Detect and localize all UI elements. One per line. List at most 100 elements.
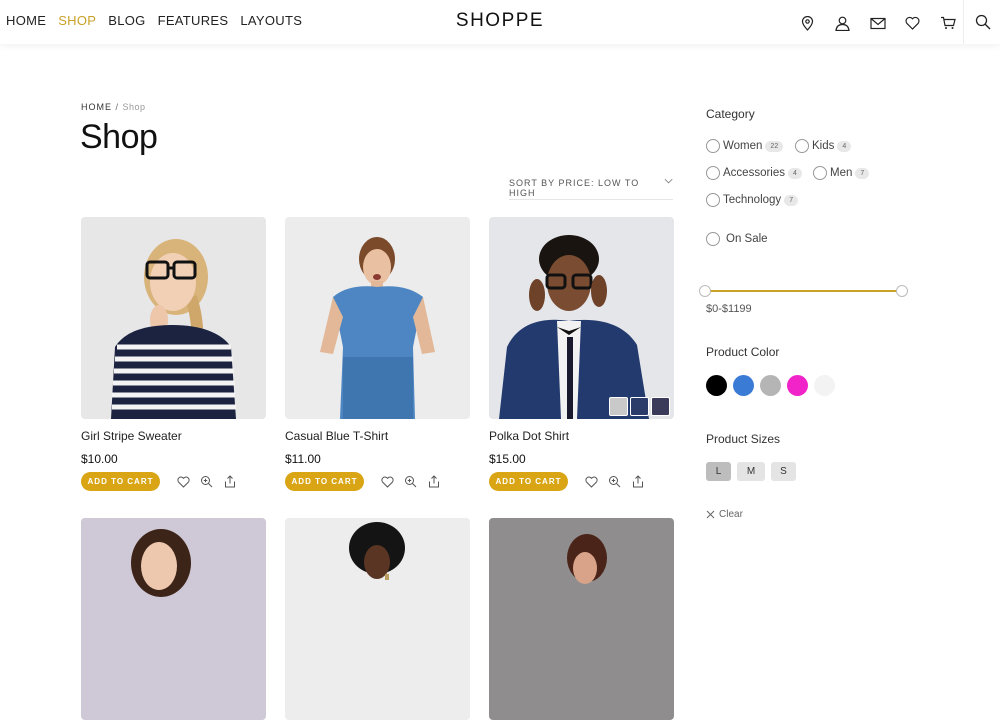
size-option-m[interactable]: M	[737, 462, 765, 481]
product-image[interactable]	[81, 217, 266, 419]
category-filter-kids[interactable]: Kids 4	[795, 139, 852, 153]
category-count-badge: 22	[765, 140, 784, 152]
product-image[interactable]	[489, 217, 674, 419]
category-count-badge: 7	[784, 194, 799, 206]
product-price: $15.00	[489, 452, 526, 466]
size-option-s[interactable]: S	[771, 462, 796, 481]
share-icon[interactable]	[218, 473, 241, 491]
price-slider-max-handle[interactable]	[896, 285, 908, 297]
category-heading: Category	[706, 107, 755, 121]
product-image[interactable]	[489, 518, 674, 720]
variant-thumbnail[interactable]	[630, 397, 649, 416]
color-swatch-pink[interactable]	[787, 375, 808, 396]
product-price: $11.00	[285, 452, 321, 466]
category-label: Technology	[723, 194, 782, 206]
add-to-cart-button[interactable]: ADD TO CART	[81, 472, 160, 491]
share-icon[interactable]	[422, 473, 445, 491]
checkbox[interactable]	[706, 166, 720, 180]
category-filter-accessories[interactable]: Accessories 4	[706, 166, 802, 180]
product-card: Polka Dot Shirt $15.00 ADD TO CART	[489, 217, 674, 491]
nav-home[interactable]: HOME	[6, 13, 46, 28]
product-image[interactable]	[285, 518, 470, 720]
quick-view-zoom-icon[interactable]	[399, 473, 422, 491]
category-label: Kids	[812, 140, 835, 152]
quick-view-zoom-icon[interactable]	[603, 473, 626, 491]
chevron-down-icon	[664, 178, 673, 184]
header-icons	[790, 13, 965, 33]
price-slider-track[interactable]	[706, 290, 902, 292]
product-price: $10.00	[81, 452, 118, 466]
brand-logo[interactable]: SHOPPE	[456, 10, 544, 31]
product-name[interactable]: Girl Stripe Sweater	[81, 429, 266, 443]
product-card: Girl Stripe Sweater $10.00 ADD TO CART	[81, 217, 266, 491]
wishlist-heart-icon[interactable]	[376, 473, 399, 491]
wishlist-heart-icon[interactable]	[580, 473, 603, 491]
on-sale-label: On Sale	[726, 233, 768, 245]
on-sale-filter[interactable]: On Sale	[706, 232, 768, 246]
color-swatch-gray[interactable]	[760, 375, 781, 396]
color-swatch-black[interactable]	[706, 375, 727, 396]
add-to-cart-button[interactable]: ADD TO CART	[489, 472, 568, 491]
cart-icon[interactable]	[930, 13, 965, 33]
breadcrumb: HOME / Shop	[81, 102, 146, 112]
checkbox[interactable]	[706, 139, 720, 153]
sort-label: SORT BY PRICE: LOW TO HIGH	[509, 178, 640, 198]
close-icon	[706, 510, 715, 519]
page-title: Shop	[80, 118, 158, 156]
category-label: Accessories	[723, 167, 785, 179]
variant-thumbnail[interactable]	[651, 397, 670, 416]
product-card	[285, 518, 470, 720]
price-slider-min-handle[interactable]	[699, 285, 711, 297]
heart-icon[interactable]	[895, 13, 930, 33]
product-image[interactable]	[81, 518, 266, 720]
checkbox[interactable]	[706, 193, 720, 207]
sort-dropdown[interactable]: SORT BY PRICE: LOW TO HIGH	[509, 178, 673, 200]
checkbox[interactable]	[813, 166, 827, 180]
product-name[interactable]: Casual Blue T-Shirt	[285, 429, 470, 443]
variant-thumbnail[interactable]	[609, 397, 628, 416]
nav-blog[interactable]: BLOG	[108, 13, 145, 28]
nav-shop[interactable]: SHOP	[58, 13, 96, 28]
add-to-cart-button[interactable]: ADD TO CART	[285, 472, 364, 491]
price-range-value: $0-$1199	[706, 303, 752, 315]
category-count-badge: 7	[855, 167, 870, 179]
category-count-badge: 4	[788, 167, 802, 179]
mail-icon[interactable]	[860, 13, 895, 33]
product-actions: ADD TO CART	[285, 472, 470, 491]
main-nav: HOME SHOP BLOG FEATURES LAYOUTS	[6, 13, 302, 28]
header-divider	[963, 0, 964, 44]
clear-filters-button[interactable]: Clear	[706, 509, 743, 520]
color-swatch-white[interactable]	[814, 375, 835, 396]
product-actions: ADD TO CART	[489, 472, 674, 491]
category-count-badge: 4	[837, 140, 852, 152]
wishlist-heart-icon[interactable]	[172, 473, 195, 491]
product-card: Casual Blue T-Shirt $11.00 ADD TO CART	[285, 217, 470, 491]
product-card	[489, 518, 674, 720]
quick-view-zoom-icon[interactable]	[195, 473, 218, 491]
checkbox[interactable]	[706, 232, 720, 246]
top-navigation-bar: HOME SHOP BLOG FEATURES LAYOUTS SHOPPE	[0, 0, 1000, 44]
checkbox[interactable]	[795, 139, 809, 153]
breadcrumb-home[interactable]: HOME	[81, 102, 112, 112]
product-card	[81, 518, 266, 720]
product-sizes-heading: Product Sizes	[706, 432, 781, 446]
nav-features[interactable]: FEATURES	[158, 13, 229, 28]
product-color-heading: Product Color	[706, 345, 780, 359]
category-filter-women[interactable]: Women 22	[706, 139, 784, 153]
user-icon[interactable]	[825, 13, 860, 33]
category-label: Women	[723, 140, 763, 152]
color-swatch-blue[interactable]	[733, 375, 754, 396]
location-icon[interactable]	[790, 13, 825, 33]
nav-layouts[interactable]: LAYOUTS	[240, 13, 302, 28]
product-name[interactable]: Polka Dot Shirt	[489, 429, 674, 443]
product-actions: ADD TO CART	[81, 472, 266, 491]
search-icon[interactable]	[970, 11, 996, 33]
breadcrumb-separator: /	[112, 102, 123, 112]
clear-label: Clear	[719, 509, 743, 520]
color-variant-thumbnails	[609, 397, 670, 416]
category-filter-men[interactable]: Men 7	[813, 166, 870, 180]
category-filter-technology[interactable]: Technology 7	[706, 193, 799, 207]
share-icon[interactable]	[626, 473, 649, 491]
product-image[interactable]	[285, 217, 470, 419]
size-option-l[interactable]: L	[706, 462, 731, 481]
